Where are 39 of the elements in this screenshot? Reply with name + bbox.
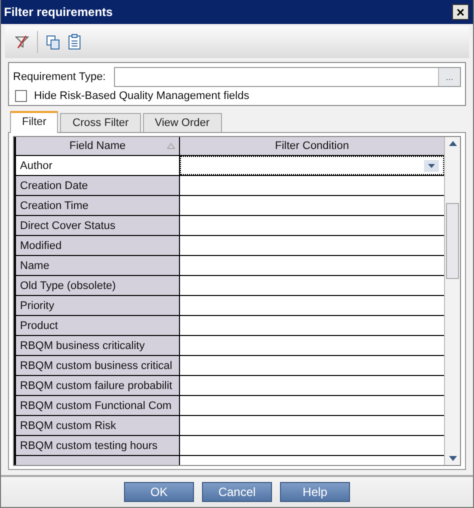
window-title: Filter requirements	[4, 5, 113, 19]
scroll-thumb[interactable]	[446, 203, 459, 279]
tab[interactable]: Filter	[10, 111, 58, 133]
filter-condition-cell[interactable]	[180, 376, 444, 395]
tab[interactable]: View Order	[142, 113, 222, 132]
filter-condition-cell[interactable]	[180, 196, 444, 215]
vertical-scrollbar[interactable]	[444, 137, 460, 465]
column-title: Field Name	[69, 140, 126, 152]
dialog-button[interactable]: OK	[124, 482, 194, 502]
filter-condition-cell[interactable]	[180, 336, 444, 355]
requirement-type-field[interactable]: ...	[114, 67, 461, 87]
filter-condition-cell[interactable]	[180, 436, 444, 455]
filter-condition-cell[interactable]	[180, 396, 444, 415]
requirement-type-label: Requirement Type:	[13, 71, 106, 83]
filter-condition-cell[interactable]	[180, 296, 444, 315]
sort-icon	[167, 143, 175, 149]
filter-condition-cell[interactable]	[180, 356, 444, 375]
filter-condition-cell[interactable]	[180, 256, 444, 275]
scroll-down-icon[interactable]	[448, 456, 456, 461]
paste-icon[interactable]	[68, 34, 81, 50]
dialog-button[interactable]: Help	[280, 482, 350, 502]
tab[interactable]: Cross Filter	[60, 113, 141, 132]
browse-button[interactable]: ...	[438, 68, 460, 86]
field-name-cell[interactable]: Author	[16, 156, 180, 175]
filter-condition-cell[interactable]	[180, 216, 444, 235]
copy-icon[interactable]	[46, 34, 60, 50]
filter-condition-cell[interactable]	[180, 416, 444, 435]
scroll-up-icon[interactable]	[448, 141, 456, 146]
filter-condition-cell[interactable]	[180, 176, 444, 195]
filter-condition-cell[interactable]	[180, 276, 444, 295]
dialog-button[interactable]: Cancel	[202, 482, 272, 502]
filter-condition-cell[interactable]	[180, 316, 444, 335]
checkbox-label: Hide Risk-Based Quality Management fields	[34, 90, 250, 102]
filter-condition-cell[interactable]	[180, 456, 444, 465]
filter-condition-cell[interactable]	[180, 236, 444, 255]
clear-filter-icon[interactable]	[15, 35, 29, 49]
condition-dropdown[interactable]	[180, 156, 444, 175]
close-button[interactable]: ×	[452, 4, 469, 20]
checkbox[interactable]	[15, 90, 27, 102]
